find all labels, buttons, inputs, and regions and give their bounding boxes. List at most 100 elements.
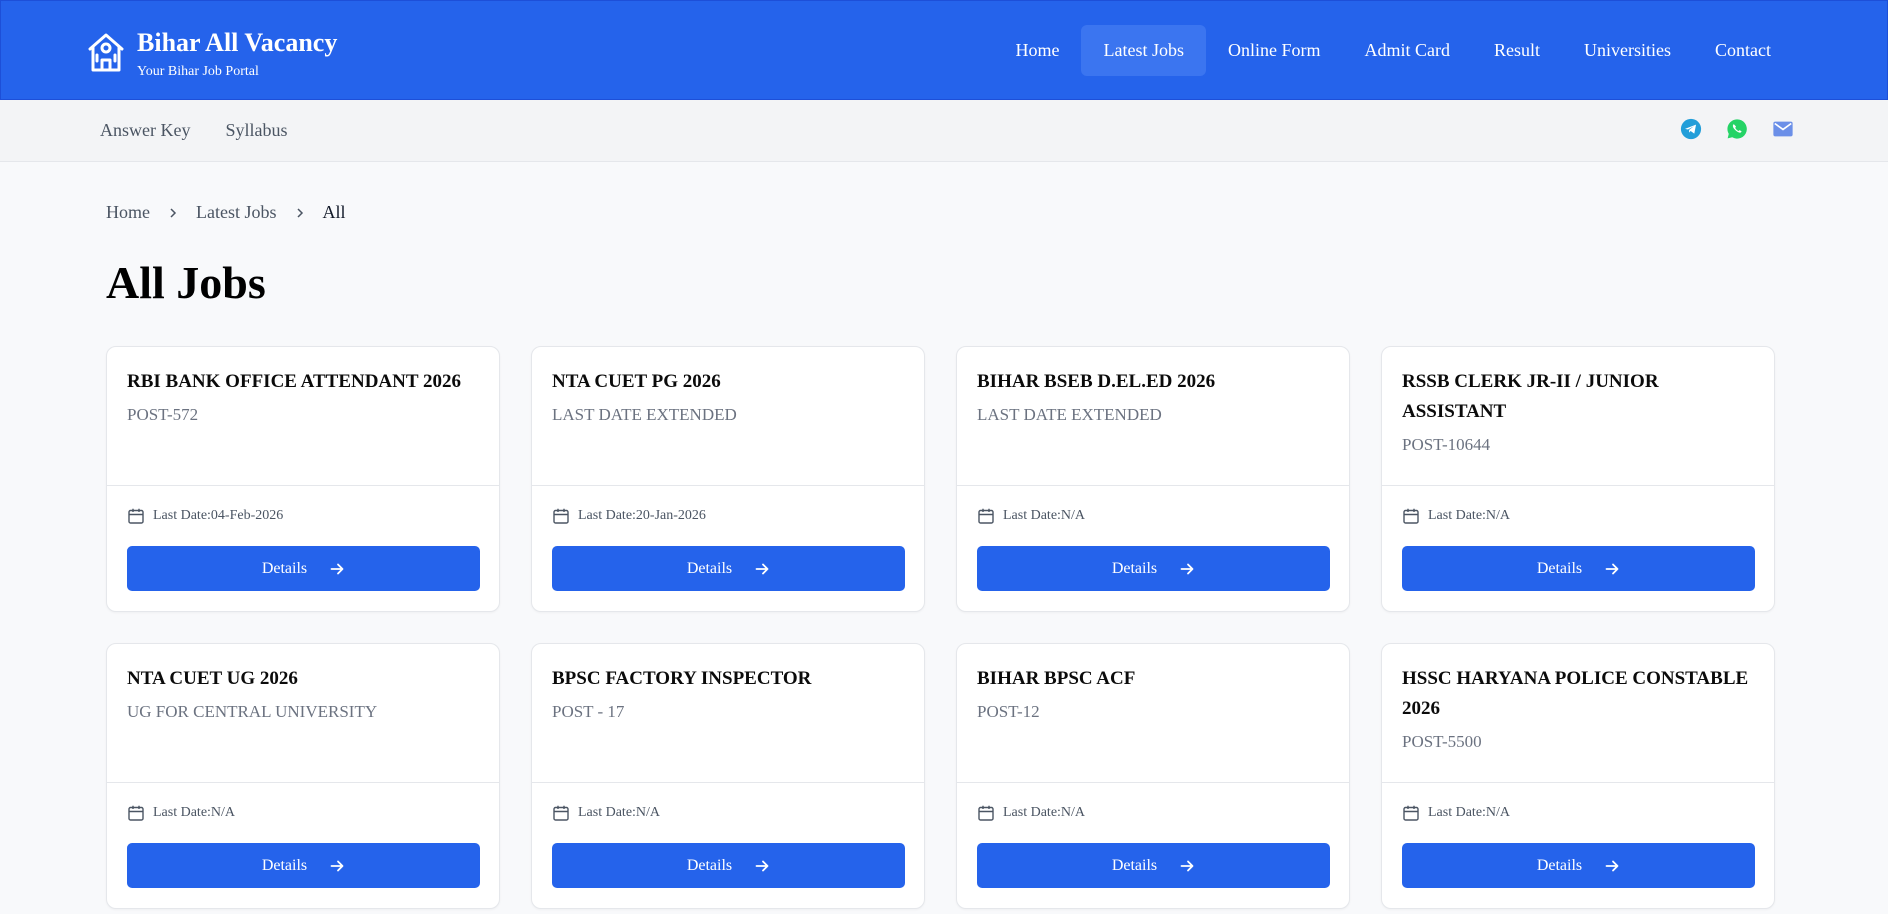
school-building-icon: [88, 33, 124, 72]
nav-result[interactable]: Result: [1472, 25, 1562, 76]
last-date-prefix: Last Date:: [578, 508, 636, 523]
brand[interactable]: Bihar All Vacancy Your Bihar Job Portal: [87, 29, 337, 81]
last-date: Last Date: 20-Jan-2026: [552, 507, 706, 525]
nav-admit-card[interactable]: Admit Card: [1342, 25, 1472, 76]
details-label: Details: [686, 856, 733, 874]
job-title[interactable]: BPSC FACTORY INSPECTOR: [552, 664, 904, 694]
last-date: Last Date: N/A: [1402, 804, 1510, 822]
last-date-value: 20-Jan-2026: [635, 508, 706, 523]
details-label: Details: [261, 559, 308, 577]
last-date-value: N/A: [210, 805, 236, 820]
details-button[interactable]: Details: [1402, 546, 1755, 591]
job-card: HSSC HARYANA POLICE CONSTABLE 2026 POST-…: [1381, 643, 1775, 909]
arrow-right-icon: [1180, 563, 1194, 574]
details-label: Details: [686, 559, 733, 577]
job-subtitle: POST-12: [977, 702, 1040, 721]
social-links: [1680, 118, 1794, 140]
nav-contact[interactable]: Contact: [1693, 25, 1793, 76]
calendar-icon: [1403, 508, 1419, 524]
last-date: Last Date: N/A: [127, 804, 235, 822]
job-card: NTA CUET PG 2026 LAST DATE EXTENDED Last…: [531, 346, 925, 612]
job-card-header: NTA CUET PG 2026 LAST DATE EXTENDED: [532, 347, 924, 486]
job-subtitle: POST-5500: [1402, 732, 1482, 751]
job-card-header: RBI BANK OFFICE ATTENDANT 2026 POST-572: [107, 347, 499, 486]
arrow-right-icon: [1605, 860, 1619, 871]
details-button[interactable]: Details: [552, 546, 905, 591]
details-button[interactable]: Details: [127, 843, 480, 888]
subnav-syllabus[interactable]: Syllabus: [225, 120, 287, 141]
whatsapp-icon[interactable]: [1726, 118, 1748, 140]
calendar-icon: [553, 805, 569, 821]
nav-latest-jobs[interactable]: Latest Jobs: [1081, 25, 1206, 76]
details-button[interactable]: Details: [977, 843, 1330, 888]
details-label: Details: [1536, 856, 1583, 874]
nav-universities[interactable]: Universities: [1562, 25, 1693, 76]
job-subtitle: LAST DATE EXTENDED: [977, 405, 1162, 424]
calendar-icon: [978, 508, 994, 524]
details-label: Details: [1111, 856, 1158, 874]
job-title[interactable]: HSSC HARYANA POLICE CONSTABLE 2026: [1402, 664, 1754, 724]
last-date-prefix: Last Date:: [1003, 508, 1061, 523]
last-date-prefix: Last Date:: [578, 805, 636, 820]
job-card: BPSC FACTORY INSPECTOR POST - 17 Last Da…: [531, 643, 925, 909]
job-subtitle: POST - 17: [552, 702, 625, 721]
job-title[interactable]: NTA CUET PG 2026: [552, 367, 904, 397]
job-title[interactable]: BIHAR BSEB D.EL.ED 2026: [977, 367, 1329, 397]
job-card-header: HSSC HARYANA POLICE CONSTABLE 2026 POST-…: [1382, 644, 1774, 783]
brand-title: Bihar All Vacancy: [137, 28, 338, 57]
job-subtitle: POST-10644: [1402, 435, 1491, 454]
arrow-right-icon: [330, 563, 344, 574]
details-label: Details: [1536, 559, 1583, 577]
breadcrumb: Home Latest Jobs All: [106, 202, 346, 223]
breadcrumb-latest-jobs[interactable]: Latest Jobs: [196, 202, 277, 223]
brand-tagline: Your Bihar Job Portal: [137, 64, 259, 79]
job-title[interactable]: RBI BANK OFFICE ATTENDANT 2026: [127, 367, 479, 397]
job-title[interactable]: NTA CUET UG 2026: [127, 664, 479, 694]
job-card: NTA CUET UG 2026 UG FOR CENTRAL UNIVERSI…: [106, 643, 500, 909]
job-title[interactable]: BIHAR BPSC ACF: [977, 664, 1329, 694]
calendar-icon: [1403, 805, 1419, 821]
secondary-nav-bar: Answer Key Syllabus: [0, 100, 1888, 162]
nav-online-form[interactable]: Online Form: [1206, 25, 1343, 76]
breadcrumb-home[interactable]: Home: [106, 202, 150, 223]
job-card-header: RSSB CLERK JR-II / JUNIOR ASSISTANT POST…: [1382, 347, 1774, 486]
details-button[interactable]: Details: [552, 843, 905, 888]
last-date: Last Date: N/A: [552, 804, 660, 822]
secondary-nav: Answer Key Syllabus: [100, 120, 288, 141]
chevron-right-icon: [296, 207, 303, 218]
details-button[interactable]: Details: [1402, 843, 1755, 888]
last-date: Last Date: N/A: [1402, 507, 1510, 525]
nav-home[interactable]: Home: [993, 25, 1081, 76]
last-date-value: N/A: [1060, 508, 1086, 523]
details-label: Details: [1111, 559, 1158, 577]
calendar-icon: [553, 508, 569, 524]
job-card: BIHAR BSEB D.EL.ED 2026 LAST DATE EXTEND…: [956, 346, 1350, 612]
main-nav: Home Latest Jobs Online Form Admit Card …: [993, 25, 1793, 76]
telegram-icon[interactable]: [1680, 118, 1702, 140]
job-card-header: BIHAR BPSC ACF POST-12: [957, 644, 1349, 783]
subnav-answer-key[interactable]: Answer Key: [100, 120, 190, 141]
last-date-prefix: Last Date:: [153, 805, 211, 820]
last-date-prefix: Last Date:: [1003, 805, 1061, 820]
last-date-prefix: Last Date:: [1428, 508, 1486, 523]
breadcrumb-current: All: [322, 202, 346, 222]
job-title[interactable]: RSSB CLERK JR-II / JUNIOR ASSISTANT: [1402, 367, 1754, 427]
details-button[interactable]: Details: [977, 546, 1330, 591]
job-card-header: BIHAR BSEB D.EL.ED 2026 LAST DATE EXTEND…: [957, 347, 1349, 486]
last-date-value: N/A: [635, 805, 661, 820]
last-date-value: N/A: [1485, 508, 1511, 523]
calendar-icon: [978, 805, 994, 821]
job-subtitle: POST-572: [127, 405, 199, 424]
job-card: BIHAR BPSC ACF POST-12 Last Date: N/A De…: [956, 643, 1350, 909]
job-card-header: NTA CUET UG 2026 UG FOR CENTRAL UNIVERSI…: [107, 644, 499, 783]
last-date: Last Date: N/A: [977, 507, 1085, 525]
last-date-prefix: Last Date:: [153, 508, 211, 523]
mail-icon[interactable]: [1772, 118, 1794, 140]
job-subtitle: UG FOR CENTRAL UNIVERSITY: [127, 702, 378, 721]
details-button[interactable]: Details: [127, 546, 480, 591]
last-date-value: N/A: [1060, 805, 1086, 820]
arrow-right-icon: [755, 563, 769, 574]
last-date: Last Date: N/A: [977, 804, 1085, 822]
last-date-prefix: Last Date:: [1428, 805, 1486, 820]
arrow-right-icon: [1605, 563, 1619, 574]
